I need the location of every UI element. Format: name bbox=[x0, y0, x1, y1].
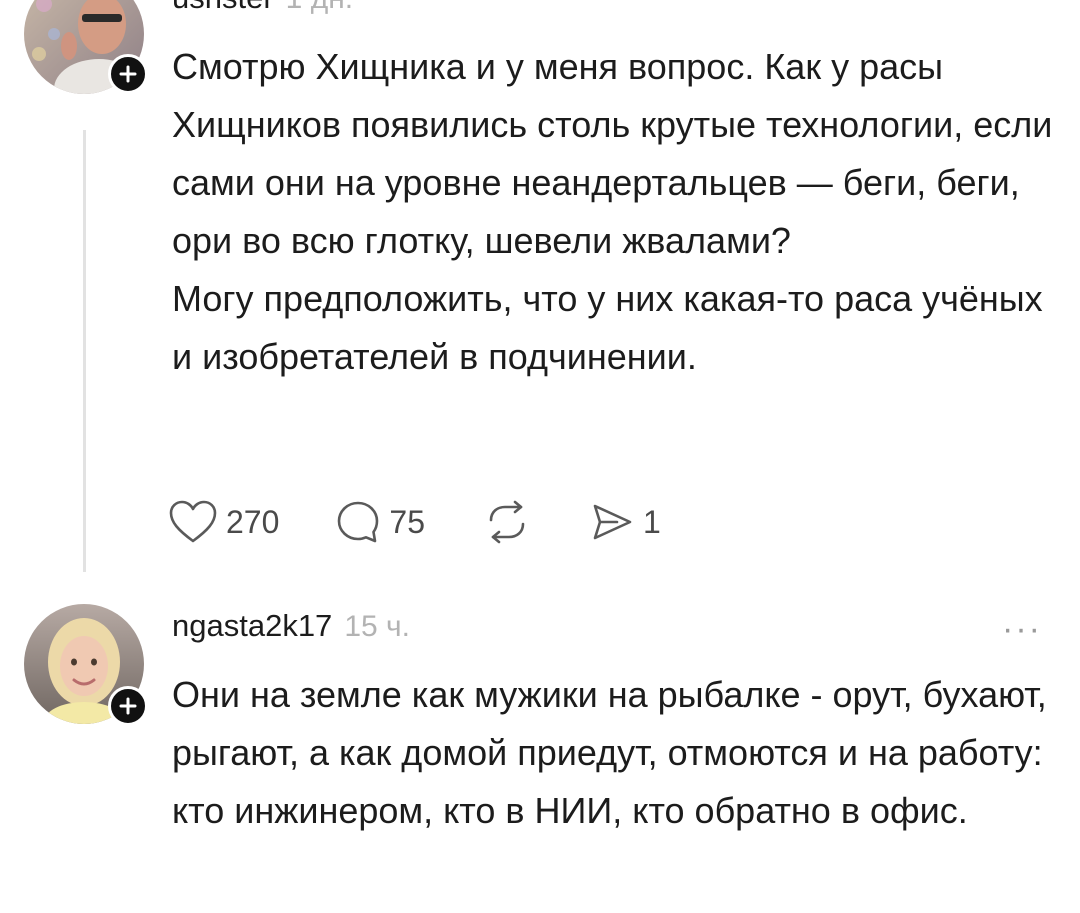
plus-icon bbox=[119, 65, 137, 83]
comment-text: Они на земле как мужики на рыбалке - ору… bbox=[172, 666, 1062, 840]
comment-bubble-icon bbox=[338, 501, 379, 543]
comment-text: Смотрю Хищника и у меня вопрос. Как у ра… bbox=[172, 38, 1062, 386]
comment-paragraph: Могу предположить, что у них какая-то ра… bbox=[172, 278, 1043, 377]
like-count: 270 bbox=[226, 503, 280, 540]
comment-header: usnster 1 дн. bbox=[172, 0, 353, 16]
repost-arrows-icon bbox=[489, 500, 525, 544]
repost-button[interactable] bbox=[481, 500, 533, 544]
comment-header: ngasta2k17 15 ч. bbox=[172, 608, 410, 644]
follow-button[interactable] bbox=[108, 686, 148, 726]
comment-time: 15 ч. bbox=[344, 610, 410, 643]
plus-icon bbox=[119, 697, 137, 715]
reply-count: 75 bbox=[389, 503, 425, 540]
follow-button[interactable] bbox=[108, 54, 148, 94]
comment-paragraph: Смотрю Хищника и у меня вопрос. Как у ра… bbox=[172, 46, 1053, 261]
author-name[interactable]: ngasta2k17 bbox=[172, 608, 332, 644]
comment-paragraph: Они на земле как мужики на рыбалке - ору… bbox=[172, 674, 1047, 831]
comment-time: 1 дн. bbox=[286, 0, 353, 16]
heart-icon bbox=[169, 500, 217, 543]
comment-2: ngasta2k17 15 ч. ··· Они на земле как му… bbox=[0, 580, 1080, 913]
thread-line bbox=[83, 130, 86, 572]
more-options-button[interactable]: ··· bbox=[1002, 612, 1042, 646]
comment-actions: 270 75 1 bbox=[168, 494, 717, 550]
author-name[interactable]: usnster bbox=[172, 0, 274, 16]
share-count: 1 bbox=[642, 503, 661, 540]
like-button[interactable]: 270 bbox=[168, 499, 279, 545]
reply-button[interactable]: 75 bbox=[335, 499, 425, 545]
comment-1: usnster 1 дн. Смотрю Хищника и у меня во… bbox=[0, 0, 1080, 580]
send-arrow-icon bbox=[593, 504, 632, 540]
share-button[interactable]: 1 bbox=[589, 499, 661, 545]
